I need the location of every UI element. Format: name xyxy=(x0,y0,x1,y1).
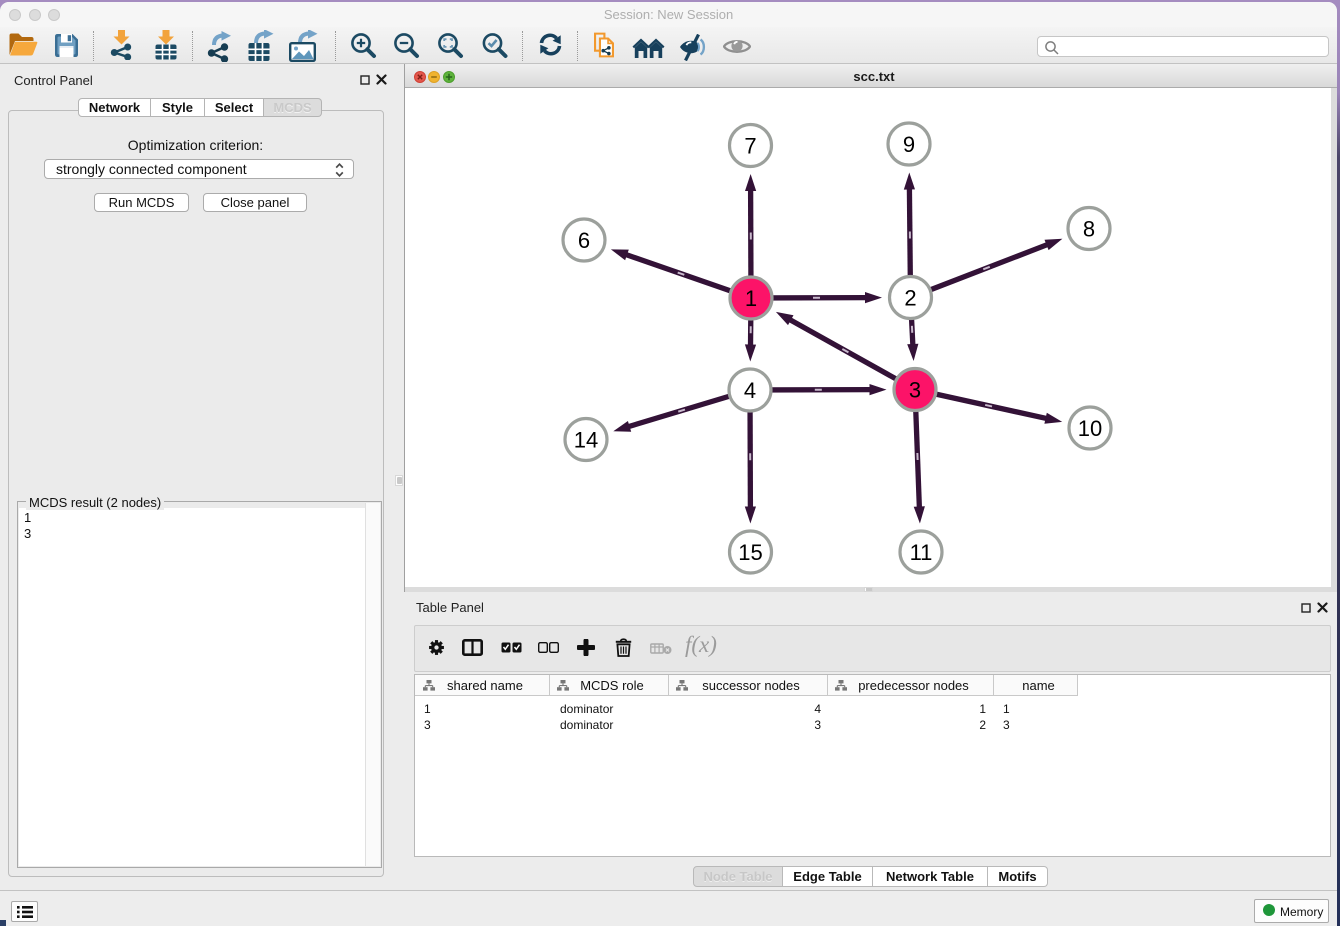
svg-text:8: 8 xyxy=(1083,217,1095,242)
svg-text:7: 7 xyxy=(744,134,756,159)
svg-text:9: 9 xyxy=(903,132,915,157)
svg-text:11: 11 xyxy=(910,540,933,565)
svg-text:15: 15 xyxy=(738,540,762,565)
svg-text:10: 10 xyxy=(1078,416,1102,441)
svg-text:3: 3 xyxy=(909,378,921,403)
svg-text:2: 2 xyxy=(904,286,916,311)
svg-text:1: 1 xyxy=(745,286,757,311)
svg-text:6: 6 xyxy=(578,228,590,253)
svg-text:4: 4 xyxy=(744,378,756,403)
svg-text:14: 14 xyxy=(574,428,598,453)
